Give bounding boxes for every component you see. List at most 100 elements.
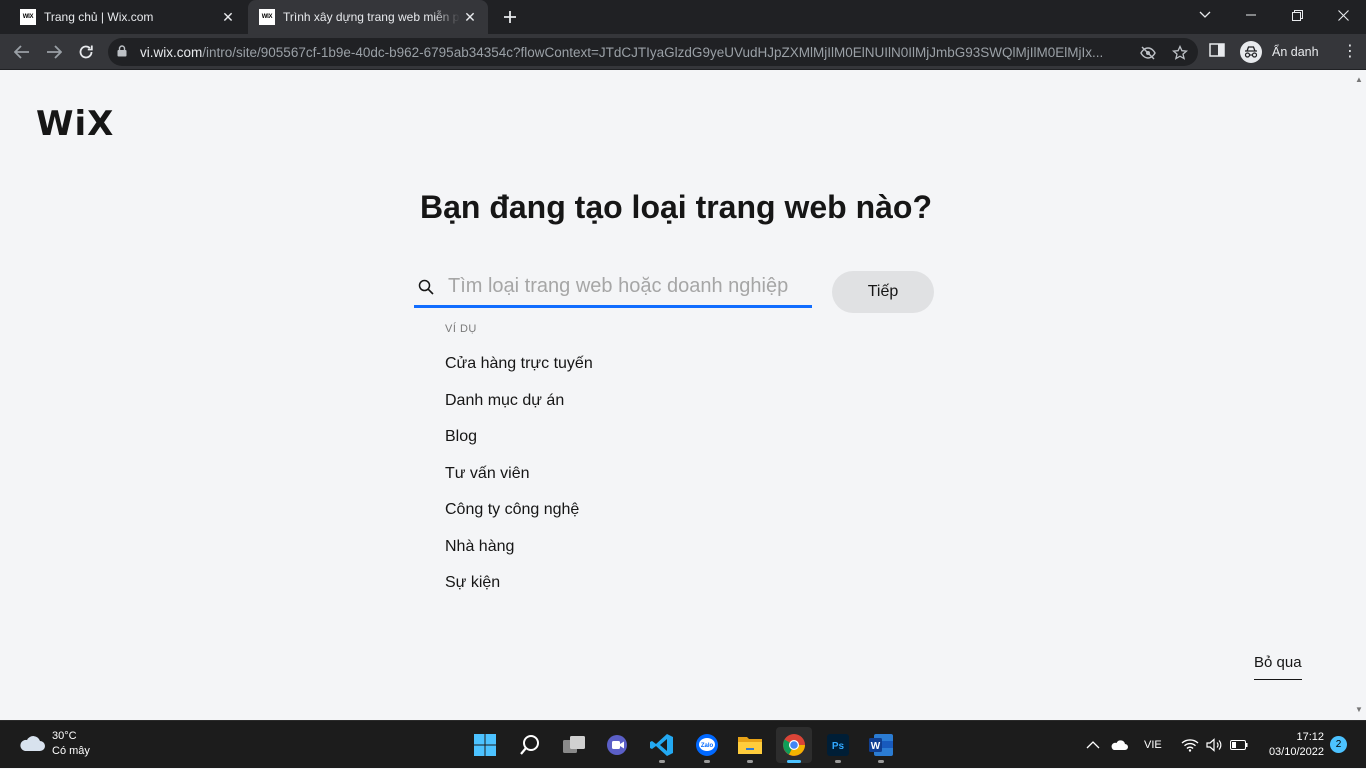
reload-icon (79, 45, 93, 59)
new-tab-button[interactable] (498, 5, 522, 29)
start-button[interactable] (467, 727, 503, 763)
url-path: /intro/site/905567cf-1b9e-40dc-b962-6795… (202, 44, 1104, 60)
notification-badge[interactable]: 2 (1330, 736, 1347, 753)
tab-title: Trang chủ | Wix.com (44, 10, 154, 24)
active-indicator (787, 760, 801, 763)
taskbar-zalo-app[interactable]: Zalo (689, 727, 725, 763)
photoshop-icon: Ps (827, 734, 849, 756)
running-indicator (835, 760, 841, 763)
close-window-button[interactable] (1320, 0, 1366, 30)
video-chat-icon (607, 735, 627, 755)
taskbar-search-button[interactable] (512, 727, 548, 763)
cloud-icon (20, 736, 45, 751)
battery-icon[interactable] (1230, 721, 1248, 769)
tab-title: Trình xây dựng trang web miễn phí (283, 10, 460, 24)
wifi-icon[interactable] (1181, 721, 1199, 769)
reload-button[interactable] (72, 38, 100, 66)
incognito-profile-button[interactable]: Ẩn danh (1238, 39, 1326, 65)
windows-logo-icon (474, 734, 496, 756)
taskbar-chrome-app[interactable] (776, 727, 812, 763)
forward-button[interactable] (40, 38, 68, 66)
back-button[interactable] (8, 38, 36, 66)
example-item[interactable]: Sự kiện (445, 572, 593, 609)
clock-time: 17:12 (1296, 731, 1324, 743)
zalo-icon: Zalo (696, 734, 718, 756)
side-panel-icon[interactable] (1209, 42, 1229, 62)
system-clock[interactable]: 17:12 03/10/2022 (1256, 730, 1324, 760)
kebab-menu-icon[interactable]: ⋮ (1340, 42, 1360, 62)
restore-button[interactable] (1274, 0, 1320, 30)
language-indicator[interactable]: VIE (1144, 721, 1162, 769)
tab-wix-home[interactable]: WIX Trang chủ | Wix.com ✕ (0, 0, 246, 34)
onedrive-icon[interactable] (1110, 721, 1128, 769)
wix-favicon-icon: WIX (259, 9, 275, 25)
volume-icon[interactable] (1206, 721, 1224, 769)
clock-date: 03/10/2022 (1268, 746, 1324, 758)
running-indicator (659, 760, 665, 763)
word-icon: W (869, 734, 893, 756)
show-hidden-icons-button[interactable] (1086, 721, 1100, 769)
tab-website-builder[interactable]: WIX Trình xây dựng trang web miễn phí ✕ (248, 0, 488, 34)
svg-text:Zalo: Zalo (701, 743, 714, 749)
taskbar-meet-app[interactable] (600, 727, 636, 763)
scroll-down-icon[interactable]: ▼ (1355, 705, 1363, 714)
url-text: vi.wix.com/intro/site/905567cf-1b9e-40dc… (140, 45, 1125, 60)
example-item[interactable]: Công ty công nghệ (445, 499, 593, 536)
close-tab-icon[interactable]: ✕ (460, 7, 480, 27)
eye-off-icon[interactable] (1139, 44, 1157, 62)
search-icon (520, 735, 539, 755)
chrome-icon (783, 734, 805, 756)
search-icon (418, 279, 434, 295)
close-icon (1337, 9, 1349, 21)
arrow-left-icon (14, 45, 29, 59)
page-title: Bạn đang tạo loại trang web nào? (419, 189, 933, 225)
profile-label: Ẩn danh (1272, 45, 1319, 59)
task-view-button[interactable] (556, 727, 592, 763)
example-item[interactable]: Danh mục dự án (445, 390, 593, 427)
arrow-right-icon (47, 45, 62, 59)
incognito-icon (1240, 41, 1262, 63)
wix-favicon-icon: WIX (20, 9, 36, 25)
running-indicator (704, 760, 710, 763)
chevron-up-icon (1086, 741, 1100, 749)
example-list: Cửa hàng trực tuyến Danh mục dự án Blog … (445, 353, 593, 609)
wix-logo[interactable]: WiX (36, 104, 114, 144)
lock-icon (117, 44, 131, 60)
address-bar[interactable]: vi.wix.com/intro/site/905567cf-1b9e-40dc… (108, 38, 1198, 66)
taskbar-vscode-app[interactable] (644, 727, 680, 763)
page-scrollbar[interactable]: ▲ ▼ (1352, 71, 1366, 719)
vscode-icon (650, 734, 673, 756)
svg-text:W: W (871, 741, 881, 752)
url-host: vi.wix.com (140, 44, 203, 60)
example-item[interactable]: Blog (445, 426, 593, 463)
taskbar-photoshop-app[interactable]: Ps (820, 727, 856, 763)
star-icon[interactable] (1171, 44, 1189, 62)
taskbar-file-explorer-app[interactable] (732, 727, 768, 763)
wix-onboarding-page: WiX Bạn đang tạo loại trang web nào? Tiế… (0, 71, 1352, 719)
tab-search-button[interactable] (1182, 0, 1228, 30)
next-button[interactable]: Tiếp (832, 271, 934, 313)
close-tab-icon[interactable]: ✕ (218, 7, 238, 27)
example-item[interactable]: Tư vấn viên (445, 463, 593, 500)
browser-toolbar: vi.wix.com/intro/site/905567cf-1b9e-40dc… (0, 34, 1366, 70)
skip-link[interactable]: Bỏ qua (1254, 654, 1302, 680)
tab-strip: WIX Trang chủ | Wix.com ✕ WIX Trình xây … (0, 0, 1366, 34)
minimize-button[interactable] (1228, 0, 1274, 30)
taskbar-word-app[interactable]: W (863, 727, 899, 763)
example-item[interactable]: Nhà hàng (445, 536, 593, 573)
folder-icon (738, 737, 762, 754)
search-field[interactable] (414, 268, 812, 308)
scroll-up-icon[interactable]: ▲ (1355, 75, 1363, 84)
weather-widget[interactable]: 30°C Có mây (18, 729, 90, 759)
examples-label: VÍ DỤ (445, 323, 477, 335)
example-item[interactable]: Cửa hàng trực tuyến (445, 353, 593, 390)
search-input[interactable] (448, 275, 812, 298)
windows-taskbar: 30°C Có mây Zalo Ps W VIE 17:12 03/10/20… (0, 720, 1366, 768)
svg-text:Ps: Ps (832, 741, 845, 752)
minimize-icon (1246, 14, 1256, 16)
running-indicator (747, 760, 753, 763)
weather-desc: Có mây (52, 745, 90, 757)
plus-icon (504, 11, 516, 23)
weather-temp: 30°C (52, 730, 77, 742)
restore-icon (1291, 9, 1303, 21)
